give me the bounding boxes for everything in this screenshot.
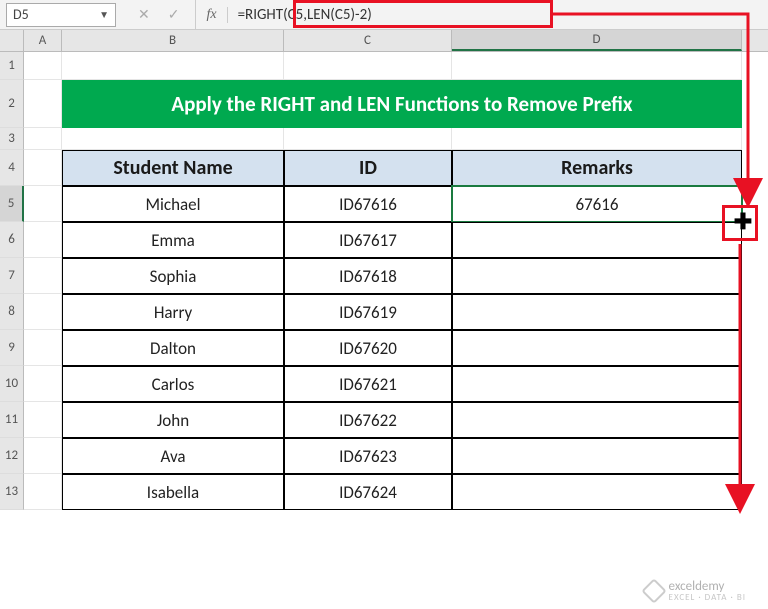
row-header-5[interactable]: 5 xyxy=(0,186,24,222)
cell[interactable] xyxy=(24,294,62,330)
th-id[interactable]: ID xyxy=(284,150,452,186)
formula-text: =RIGHT(C5,LEN(C5)-2) xyxy=(238,6,372,24)
fill-handle-icon[interactable]: ✚ xyxy=(733,211,753,231)
cell-remarks[interactable] xyxy=(452,258,742,294)
cell[interactable] xyxy=(24,258,62,294)
cancel-icon[interactable]: ✕ xyxy=(138,6,150,23)
cell-d5-selected[interactable]: 67616 xyxy=(452,186,742,222)
cell-name[interactable]: Sophia xyxy=(62,258,284,294)
row-header-1[interactable]: 1 xyxy=(0,52,24,80)
cell-remarks[interactable] xyxy=(452,474,742,510)
row-header-8[interactable]: 8 xyxy=(0,294,24,330)
cell-remarks[interactable] xyxy=(452,366,742,402)
cell[interactable] xyxy=(24,52,62,80)
cell-name[interactable]: Michael xyxy=(62,186,284,222)
cell-remarks[interactable] xyxy=(452,402,742,438)
th-name[interactable]: Student Name xyxy=(62,150,284,186)
cell-remarks[interactable] xyxy=(452,438,742,474)
col-header-c[interactable]: C xyxy=(284,30,452,51)
worksheet-cells[interactable]: Apply the RIGHT and LEN Functions to Rem… xyxy=(24,52,742,510)
cell[interactable] xyxy=(284,52,452,80)
cell-id[interactable]: ID67617 xyxy=(284,222,452,258)
formula-bar-area: D5 ▼ ✕ ✓ fx =RIGHT(C5,LEN(C5)-2) xyxy=(0,0,768,30)
formula-bar[interactable]: fx =RIGHT(C5,LEN(C5)-2) xyxy=(195,0,768,29)
cell[interactable] xyxy=(24,128,62,150)
row-header-4[interactable]: 4 xyxy=(0,150,24,186)
cell[interactable] xyxy=(62,52,284,80)
cell[interactable] xyxy=(24,186,62,222)
cell-id[interactable]: ID67624 xyxy=(284,474,452,510)
enter-icon[interactable]: ✓ xyxy=(168,6,180,23)
cell[interactable] xyxy=(24,474,62,510)
row-header-11[interactable]: 11 xyxy=(0,402,24,438)
cell[interactable] xyxy=(62,128,284,150)
cell-remarks[interactable] xyxy=(452,222,742,258)
cell[interactable] xyxy=(24,222,62,258)
cell[interactable] xyxy=(24,366,62,402)
th-remarks[interactable]: Remarks xyxy=(452,150,742,186)
row-header-9[interactable]: 9 xyxy=(0,330,24,366)
name-box[interactable]: D5 ▼ xyxy=(6,3,116,27)
cell-name[interactable]: Carlos xyxy=(62,366,284,402)
cell-id[interactable]: ID67616 xyxy=(284,186,452,222)
name-box-dropdown-icon[interactable]: ▼ xyxy=(99,8,109,21)
cell[interactable] xyxy=(452,52,742,80)
cell-name[interactable]: Dalton xyxy=(62,330,284,366)
cell-remarks[interactable] xyxy=(452,330,742,366)
name-box-value: D5 xyxy=(13,6,29,23)
fx-icon[interactable]: fx xyxy=(204,7,227,23)
row-header-6[interactable]: 6 xyxy=(0,222,24,258)
row-header-7[interactable]: 7 xyxy=(0,258,24,294)
col-header-a[interactable]: A xyxy=(24,30,62,51)
cell-id[interactable]: ID67620 xyxy=(284,330,452,366)
col-header-b[interactable]: B xyxy=(62,30,284,51)
cell-id[interactable]: ID67623 xyxy=(284,438,452,474)
column-headers: A B C D xyxy=(0,30,768,52)
row-headers: 1 2 3 4 5 6 7 8 9 10 11 12 13 xyxy=(0,52,24,510)
page-title[interactable]: Apply the RIGHT and LEN Functions to Rem… xyxy=(62,80,742,128)
cell-remarks[interactable] xyxy=(452,294,742,330)
watermark-logo-icon xyxy=(641,578,666,603)
cell[interactable] xyxy=(284,128,452,150)
cell-name[interactable]: Ava xyxy=(62,438,284,474)
cell[interactable] xyxy=(24,330,62,366)
cell-name[interactable]: Isabella xyxy=(62,474,284,510)
cell-name[interactable]: Harry xyxy=(62,294,284,330)
cell[interactable] xyxy=(24,150,62,186)
watermark-sub: EXCEL · DATA · BI xyxy=(669,592,746,603)
cell-name[interactable]: Emma xyxy=(62,222,284,258)
row-header-3[interactable]: 3 xyxy=(0,128,24,150)
row-header-12[interactable]: 12 xyxy=(0,438,24,474)
row-header-10[interactable]: 10 xyxy=(0,366,24,402)
cell-id[interactable]: ID67622 xyxy=(284,402,452,438)
cell[interactable] xyxy=(452,128,742,150)
col-header-d[interactable]: D xyxy=(452,30,742,51)
cell-id[interactable]: ID67618 xyxy=(284,258,452,294)
row-header-13[interactable]: 13 xyxy=(0,474,24,510)
row-header-2[interactable]: 2 xyxy=(0,80,24,128)
cell-id[interactable]: ID67621 xyxy=(284,366,452,402)
cell[interactable] xyxy=(24,402,62,438)
formula-bar-buttons: ✕ ✓ xyxy=(122,6,195,23)
cell[interactable] xyxy=(24,80,62,128)
cell[interactable] xyxy=(24,438,62,474)
cell-name[interactable]: John xyxy=(62,402,284,438)
select-all-corner[interactable] xyxy=(0,30,24,51)
watermark: exceldemy EXCEL · DATA · BI xyxy=(645,579,746,603)
cell-id[interactable]: ID67619 xyxy=(284,294,452,330)
